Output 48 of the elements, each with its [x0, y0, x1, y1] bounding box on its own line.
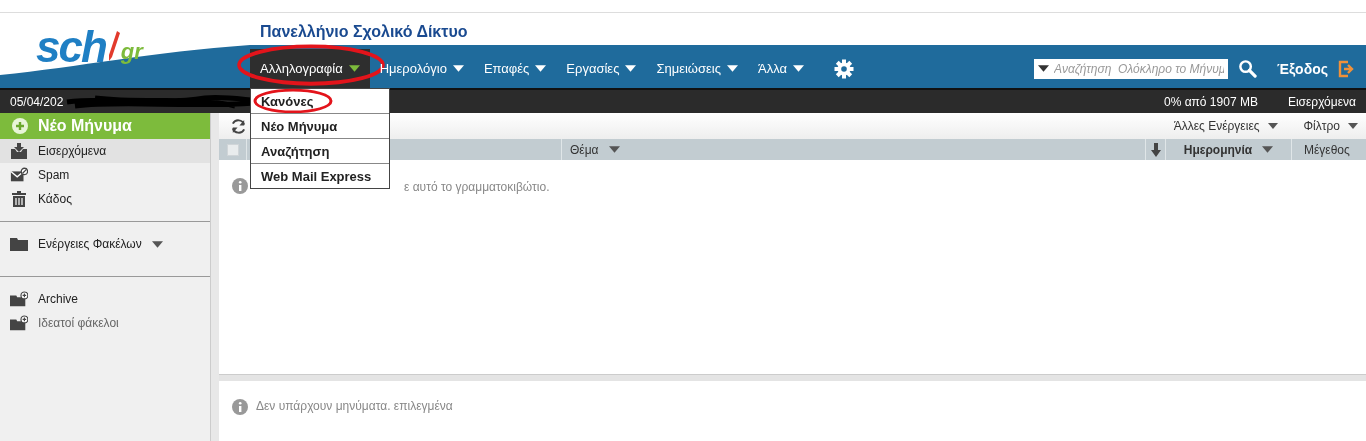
envelope-icon — [10, 167, 28, 183]
nav-tab[interactable]: Εργασίες — [556, 49, 647, 88]
folder-item[interactable]: Κάδος — [0, 187, 210, 211]
caret-icon — [535, 65, 547, 72]
column-header[interactable]: Θέμα — [561, 139, 1145, 160]
caret-icon — [151, 240, 163, 248]
folder-plus-icon — [10, 291, 28, 307]
column-header[interactable]: Μέγεθος — [1291, 139, 1366, 160]
site-title: Πανελλήνιο Σχολικό Δίκτυο — [260, 23, 468, 41]
select-all-checkbox[interactable] — [226, 143, 239, 156]
caret-icon — [348, 65, 360, 72]
folder-item[interactable]: Spam — [0, 163, 210, 187]
info-icon — [232, 178, 248, 194]
refresh-icon[interactable] — [230, 117, 247, 135]
caret-icon — [1267, 123, 1278, 129]
nav-tab[interactable]: Ημερολόγιο — [369, 49, 474, 88]
trash-icon — [10, 191, 28, 207]
search-icon[interactable] — [1238, 59, 1258, 78]
nav-tab[interactable]: Σημειώσεις — [646, 49, 748, 88]
filter-menu[interactable]: Φίλτρο — [1303, 119, 1358, 133]
current-folder: Εισερχόμενα — [1287, 94, 1356, 109]
sort-arrow-icon[interactable] — [1150, 142, 1161, 157]
folder-plus-icon — [10, 315, 28, 331]
settings-icon[interactable] — [834, 58, 854, 79]
folder-item[interactable]: Εισερχόμενα — [0, 139, 210, 163]
inbox-icon — [10, 143, 28, 159]
caret-icon — [1038, 65, 1050, 72]
logout-button[interactable]: Έξοδος — [1277, 60, 1328, 77]
caret-icon — [727, 65, 738, 72]
caret-icon — [793, 65, 804, 72]
no-selection-message: Δεν υπάρχουν μηνύματα. επιλεγμένα — [256, 399, 453, 413]
caret-icon — [625, 65, 637, 72]
folder-item[interactable]: Archive — [0, 287, 210, 311]
info-icon — [232, 399, 248, 415]
folder-icon — [10, 237, 28, 251]
plus-icon — [12, 118, 28, 134]
caret-icon — [452, 65, 464, 72]
column-header[interactable]: Ημερομηνία — [1165, 139, 1291, 160]
nav-tab[interactable]: Επαφές — [473, 49, 557, 88]
date-text: 05/04/202 — [10, 94, 64, 109]
empty-list-message: ε αυτό το γραμματοκιβώτιο. — [404, 180, 550, 194]
folder-item[interactable]: Ιδεατοί φάκελοι — [0, 311, 210, 335]
quota-text: 0% από 1907 MB — [1163, 94, 1258, 109]
more-actions-menu[interactable]: Άλλες Ενέργειες — [1173, 119, 1278, 133]
caret-icon — [1348, 123, 1358, 129]
logo[interactable]: sch gr — [36, 19, 143, 69]
nav-tab[interactable]: Άλλα — [748, 49, 814, 88]
folder-actions-menu[interactable]: Ενέργειες Φακέλων — [0, 224, 210, 264]
